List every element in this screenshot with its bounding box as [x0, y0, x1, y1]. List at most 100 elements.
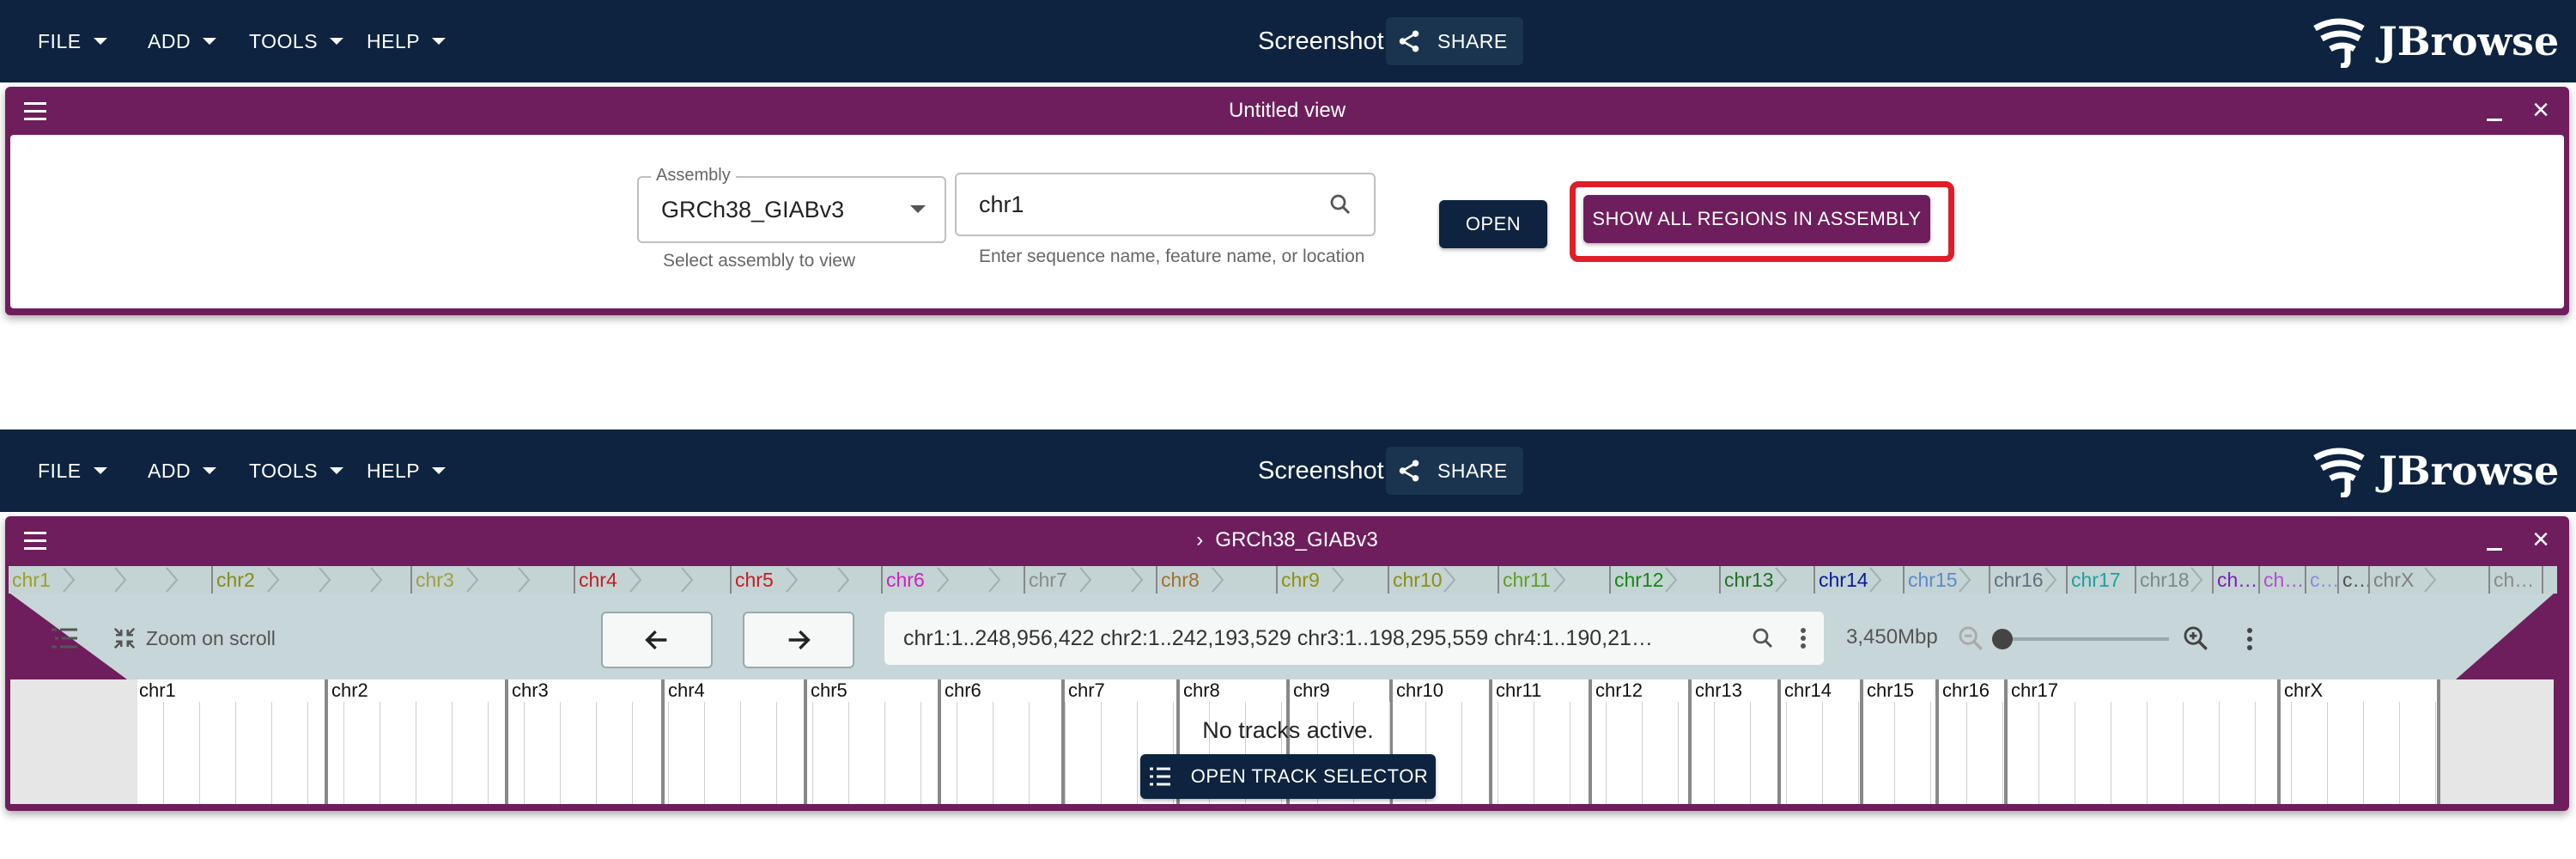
- overview-region[interactable]: chr14: [1815, 566, 1905, 594]
- overview-region[interactable]: c…: [2339, 566, 2370, 594]
- menu-file[interactable]: FILE: [38, 430, 107, 512]
- zoom-on-scroll-label: Zoom on scroll: [146, 626, 276, 649]
- overview-region[interactable]: chr2: [213, 566, 412, 594]
- overview-region[interactable]: chrX: [2370, 566, 2490, 594]
- view-options-icon[interactable]: [2245, 625, 2255, 653]
- ruler-region-label: chr11: [1496, 679, 1542, 701]
- overview-region[interactable]: chr9: [1278, 566, 1389, 594]
- menu-add[interactable]: ADD: [148, 430, 217, 512]
- minimize-icon[interactable]: [2483, 101, 2507, 123]
- overview-region[interactable]: ch…: [2214, 566, 2260, 594]
- minimize-icon[interactable]: [2483, 530, 2507, 552]
- menu-help-label: HELP: [367, 29, 421, 52]
- overview-region[interactable]: chr5: [732, 566, 883, 594]
- menu-add[interactable]: ADD: [148, 0, 217, 82]
- view-title[interactable]: Untitled view: [5, 87, 2569, 135]
- overview-region[interactable]: chr1: [9, 566, 213, 594]
- chevron-down-icon: [93, 38, 107, 45]
- strand-arrow-icon: [1209, 566, 1226, 594]
- back-button[interactable]: [601, 612, 713, 668]
- menu-file[interactable]: FILE: [38, 0, 107, 82]
- ruler-region-label: chr13: [1695, 679, 1743, 701]
- overview-region[interactable]: ch…: [2490, 566, 2543, 594]
- ruler-region-label: chr3: [512, 679, 549, 701]
- ruler-region-label: chr4: [668, 679, 705, 701]
- overview-region-label: chr12: [1614, 569, 1664, 591]
- overview-region[interactable]: chr15: [1905, 566, 1990, 594]
- location-search-value: chr1: [979, 191, 1024, 217]
- strand-arrow-icon: [163, 566, 180, 594]
- strand-arrow-icon: [1077, 566, 1094, 594]
- menu-help[interactable]: HELP: [367, 430, 447, 512]
- ruler-region-label: chr14: [1784, 679, 1832, 701]
- strand-arrow-icon: [1128, 566, 1145, 594]
- overview-region[interactable]: chr4: [575, 566, 732, 594]
- strand-arrow-icon: [1867, 566, 1884, 594]
- share-button[interactable]: SHARE: [1386, 447, 1523, 495]
- forward-button[interactable]: [743, 612, 854, 668]
- strand-arrow-icon: [316, 566, 333, 594]
- chevron-down-icon: [432, 467, 447, 474]
- overview-region-label: chr10: [1393, 569, 1443, 591]
- zoom-slider-thumb[interactable]: [1992, 629, 2013, 649]
- app-bar-bottom: FILE ADD TOOLS HELP Screenshot SHARE JBr…: [0, 430, 2576, 512]
- no-tracks-message: No tracks active.: [1202, 717, 1374, 743]
- overview-region[interactable]: chr7: [1025, 566, 1157, 594]
- overview-region[interactable]: chr10: [1389, 566, 1499, 594]
- overview-region[interactable]: chr13: [1721, 566, 1815, 594]
- zoom-on-scroll-toggle[interactable]: Zoom on scroll: [112, 625, 276, 651]
- zoom-out-icon[interactable]: [1956, 624, 1985, 653]
- location-search-input[interactable]: chr1: [955, 173, 1376, 236]
- zoom-in-icon[interactable]: [2181, 624, 2210, 653]
- show-all-regions-button[interactable]: SHOW ALL REGIONS IN ASSEMBLY: [1583, 195, 1930, 243]
- menu-add-label: ADD: [148, 459, 191, 482]
- ruler-region-label: chr12: [1595, 679, 1643, 701]
- ruler-region-label: chr6: [945, 679, 981, 701]
- compress-icon: [113, 627, 136, 649]
- strand-arrow-icon: [1662, 566, 1680, 594]
- share-label: SHARE: [1437, 459, 1508, 482]
- search-icon[interactable]: [1750, 625, 1776, 651]
- open-track-selector-label: OPEN TRACK SELECTOR: [1190, 765, 1429, 787]
- chevron-right-icon: ›: [1196, 528, 1204, 551]
- overview-region[interactable]: chr16: [1990, 566, 2068, 594]
- jbrowse-logo-text: JBrowse: [2379, 448, 2560, 494]
- more-vertical-icon[interactable]: [1798, 625, 1808, 651]
- share-button[interactable]: SHARE: [1386, 17, 1523, 65]
- zoom-slider[interactable]: [1992, 629, 2169, 649]
- track-list-icon[interactable]: [50, 624, 79, 654]
- assembly-helper-text: Select assembly to view: [663, 251, 856, 271]
- overview-scalebar[interactable]: chr1 chr2 chr3 chr4 chr5 chr6 chr7 chr8 chr9 chr1…: [9, 566, 2557, 594]
- close-icon[interactable]: ×: [2528, 525, 2554, 554]
- bp-per-view-readout: 3,450Mbp: [1846, 625, 1938, 649]
- share-icon: [1399, 460, 1419, 482]
- view-header: Untitled view ×: [5, 87, 2569, 135]
- overview-region-label: chr15: [1908, 569, 1958, 591]
- view-title[interactable]: › GRCh38_GIABv3: [5, 516, 2569, 564]
- overview-region[interactable]: chr12: [1611, 566, 1721, 594]
- open-track-selector-button[interactable]: OPEN TRACK SELECTOR: [1140, 754, 1436, 799]
- overview-region[interactable]: chr6: [883, 566, 1025, 594]
- overview-region[interactable]: ch…: [2260, 566, 2306, 594]
- close-icon[interactable]: ×: [2528, 95, 2554, 125]
- ruler-region-label: chr15: [1867, 679, 1915, 701]
- search-icon[interactable]: [1327, 192, 1353, 217]
- menu-tools[interactable]: TOOLS: [249, 430, 344, 512]
- overview-region[interactable]: c…: [2306, 566, 2339, 594]
- strand-arrow-icon: [1551, 566, 1568, 594]
- session-title[interactable]: Screenshot: [1258, 430, 1384, 512]
- overview-region[interactable]: chr18: [2136, 566, 2214, 594]
- menu-file-label: FILE: [38, 29, 82, 52]
- overview-region[interactable]: chr11: [1499, 566, 1611, 594]
- assembly-select[interactable]: Assembly GRCh38_GIABv3: [637, 166, 946, 243]
- location-search-input[interactable]: chr1:1..248,956,422 chr2:1..242,193,529 …: [884, 612, 1824, 665]
- chevron-down-icon: [203, 467, 217, 474]
- ruler-region-label: chr10: [1396, 679, 1444, 701]
- session-title[interactable]: Screenshot: [1258, 0, 1384, 82]
- overview-region[interactable]: chr17: [2068, 566, 2136, 594]
- overview-region[interactable]: chr8: [1157, 566, 1278, 594]
- overview-region[interactable]: chr3: [412, 566, 575, 594]
- menu-help[interactable]: HELP: [367, 0, 447, 82]
- menu-tools[interactable]: TOOLS: [249, 0, 344, 82]
- open-button[interactable]: OPEN: [1439, 200, 1547, 248]
